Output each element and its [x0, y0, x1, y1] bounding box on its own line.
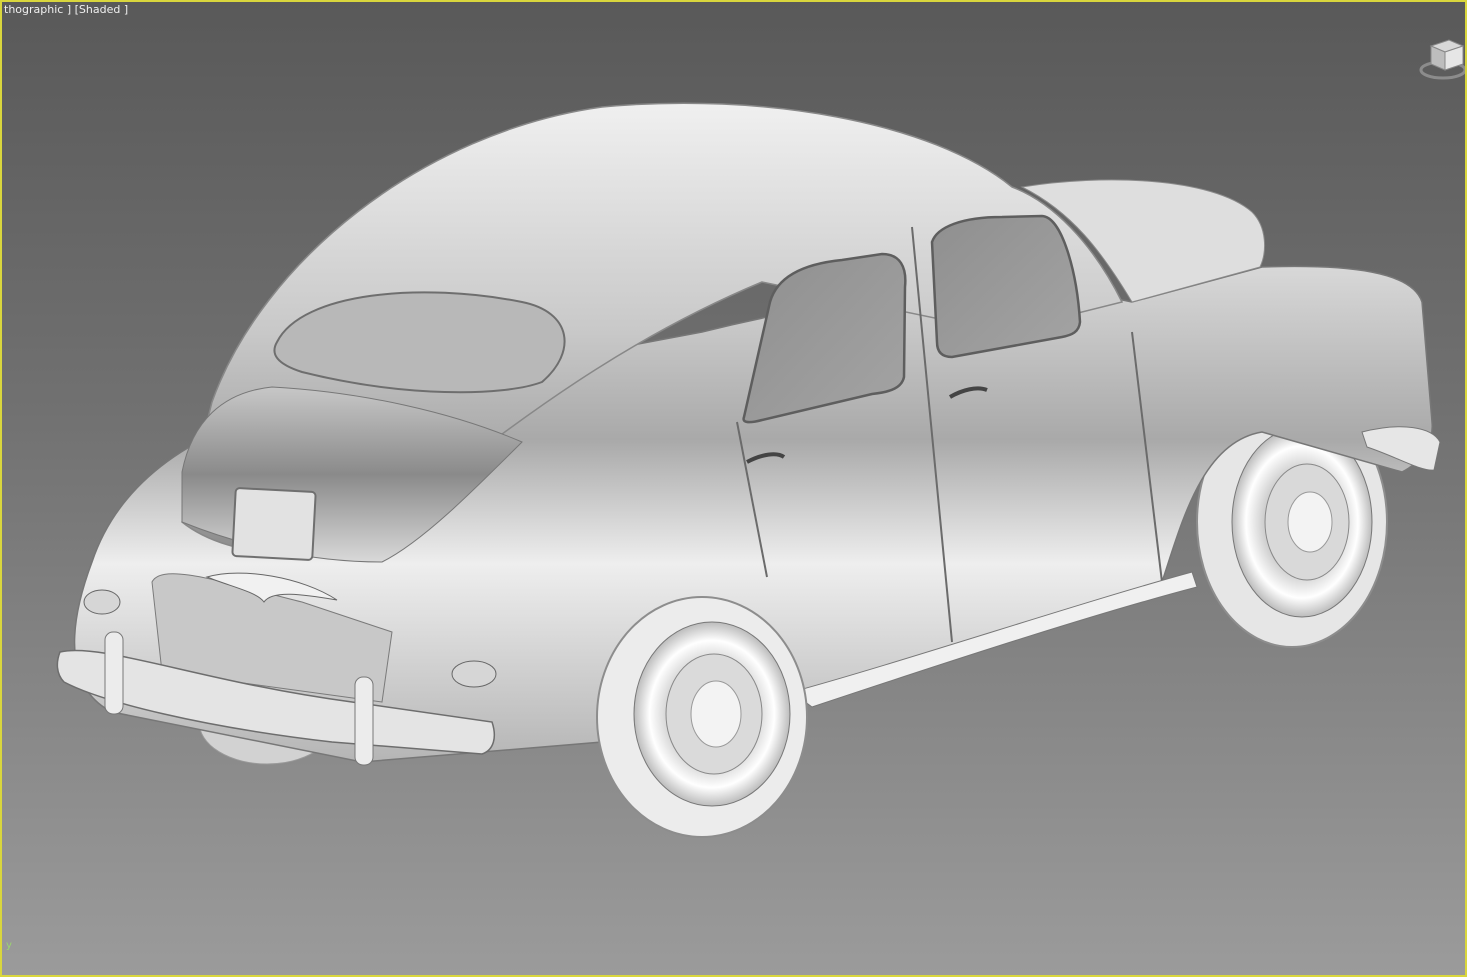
front-door-window	[930, 214, 1082, 359]
axis-label-y: y	[6, 940, 12, 951]
tail-light-right	[451, 660, 497, 688]
bumper-guard-right	[354, 676, 374, 766]
3d-scene[interactable]	[2, 2, 1467, 977]
viewcube-widget[interactable]	[1413, 36, 1465, 84]
bumper-guard-left	[104, 631, 124, 715]
license-plate	[231, 487, 317, 561]
tail-light-left	[83, 589, 121, 615]
car-model[interactable]	[2, 2, 1467, 977]
viewcube-icon[interactable]	[1413, 36, 1465, 84]
viewport-panel[interactable]: thographic ] [Shaded ] y	[0, 0, 1467, 977]
rear-right-wheel	[596, 596, 808, 838]
